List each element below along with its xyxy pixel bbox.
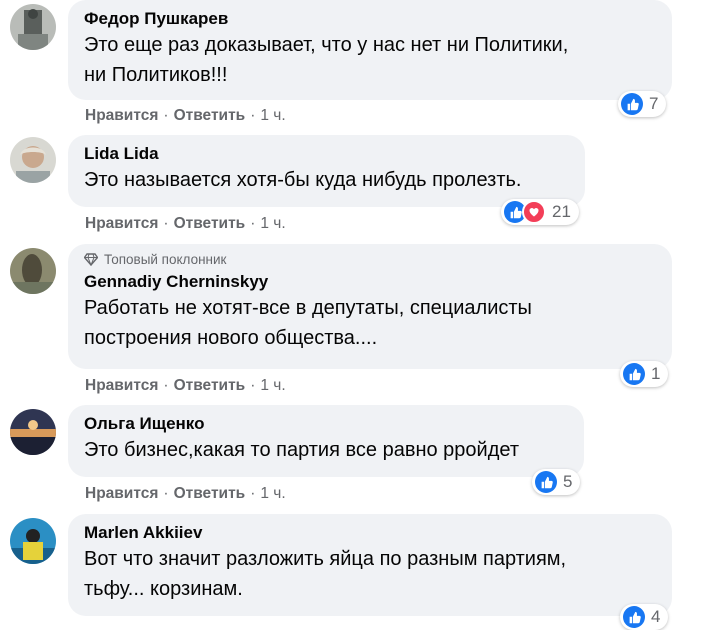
like-icon xyxy=(621,93,643,115)
reaction-count: 7 xyxy=(649,94,659,113)
separator: · xyxy=(163,215,169,232)
like-button[interactable]: Нравится xyxy=(85,215,158,233)
reaction-count: 4 xyxy=(651,607,661,626)
comment-author[interactable]: Федор Пушкарев xyxy=(84,8,656,30)
comment-bubble: Ольга Ищенко Это бизнес,какая то партия … xyxy=(68,405,584,477)
comment-actions: Нравится · Ответить · 1 ч. xyxy=(85,377,286,395)
like-button[interactable]: Нравится xyxy=(85,107,158,125)
comment-actions: Нравится · Ответить · 1 ч. xyxy=(85,485,286,503)
reactions-summary[interactable]: 5 xyxy=(532,469,581,495)
comment-text: Вот что значит разложить яйца по разным … xyxy=(84,548,567,600)
reactions-summary[interactable]: 7 xyxy=(618,91,667,117)
comment-time[interactable]: 1 ч. xyxy=(260,377,285,395)
reactions-summary[interactable]: 21 xyxy=(501,199,579,225)
badge-label: Топовый поклонник xyxy=(104,252,227,267)
comment-author[interactable]: Ольга Ищенко xyxy=(84,413,568,435)
comment-time[interactable]: 1 ч. xyxy=(260,107,285,125)
reply-button[interactable]: Ответить xyxy=(174,377,246,395)
comment-author[interactable]: Lida Lida xyxy=(84,143,569,165)
like-button[interactable]: Нравится xyxy=(85,485,158,503)
diamond-icon xyxy=(84,253,98,266)
comment-text: Это называется хотя-бы куда нибудь проле… xyxy=(84,169,522,191)
avatar[interactable] xyxy=(10,518,56,564)
reactions-summary[interactable]: 4 xyxy=(620,604,669,630)
separator: · xyxy=(250,485,256,502)
comment-bubble: Топовый поклонник Gennadiy Cherninskyy Р… xyxy=(68,244,672,369)
separator: · xyxy=(250,215,256,232)
reactions-summary[interactable]: 1 xyxy=(620,361,669,387)
reply-button[interactable]: Ответить xyxy=(174,215,246,233)
comment-actions: Нравится · Ответить · 1 ч. xyxy=(85,215,286,233)
reaction-count: 1 xyxy=(651,364,661,383)
reply-button[interactable]: Ответить xyxy=(174,107,246,125)
comment-actions: Нравится · Ответить · 1 ч. xyxy=(85,107,286,125)
separator: · xyxy=(163,485,169,502)
like-icon xyxy=(623,363,645,385)
like-icon xyxy=(623,606,645,628)
separator: · xyxy=(163,377,169,394)
top-fan-badge: Топовый поклонник xyxy=(84,252,656,267)
avatar[interactable] xyxy=(10,409,56,455)
comment-author[interactable]: Gennadiy Cherninskyy xyxy=(84,271,656,293)
like-button[interactable]: Нравится xyxy=(85,377,158,395)
separator: · xyxy=(250,377,256,394)
avatar[interactable] xyxy=(10,248,56,294)
comment-bubble: Marlen Akkiiev Вот что значит разложить … xyxy=(68,514,672,616)
reply-button[interactable]: Ответить xyxy=(174,485,246,503)
separator: · xyxy=(250,107,256,124)
comment-author[interactable]: Marlen Akkiiev xyxy=(84,522,656,544)
comment-time[interactable]: 1 ч. xyxy=(260,215,285,233)
comment-bubble: Lida Lida Это называется хотя-бы куда ни… xyxy=(68,135,585,207)
comment-text: Это бизнес,какая то партия все равно рро… xyxy=(84,439,519,461)
reaction-count: 5 xyxy=(563,472,573,491)
like-icon xyxy=(535,471,557,493)
separator: · xyxy=(163,107,169,124)
avatar[interactable] xyxy=(10,137,56,183)
love-icon xyxy=(522,200,546,224)
comment-bubble: Федор Пушкарев Это еще раз доказывает, ч… xyxy=(68,0,672,100)
comment-text: Это еще раз доказывает, что у нас нет ни… xyxy=(84,34,569,86)
reaction-count: 21 xyxy=(552,202,571,221)
comment-time[interactable]: 1 ч. xyxy=(260,485,285,503)
comment-text: Работать не хотят-все в депутаты, специа… xyxy=(84,297,532,349)
avatar[interactable] xyxy=(10,4,56,50)
